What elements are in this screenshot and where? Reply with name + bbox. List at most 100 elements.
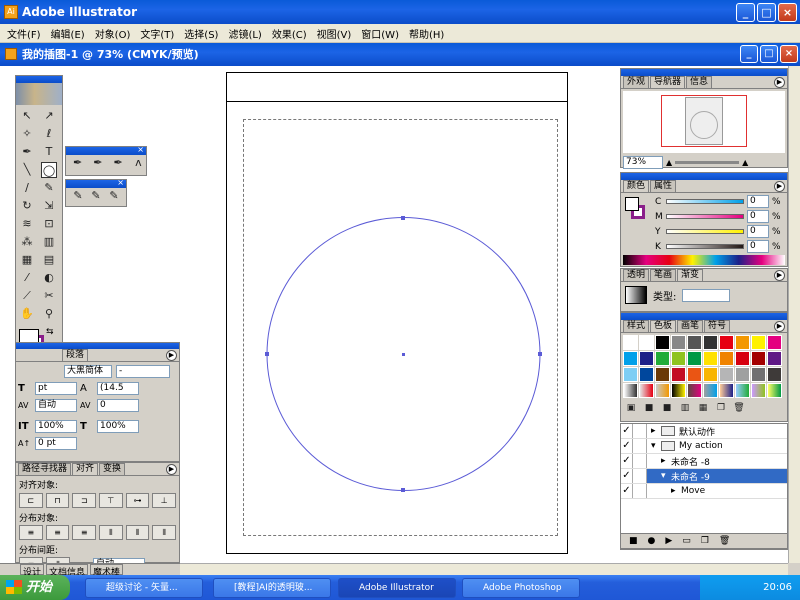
swatch[interactable] [703,335,718,350]
dialog-toggle[interactable] [633,469,647,483]
distribute-left-button[interactable]: ⦀ [99,525,123,540]
tab-styles[interactable]: 样式 [623,320,650,332]
swatch[interactable] [735,335,750,350]
toolbox-titlebar[interactable] [16,76,62,83]
channel-slider[interactable] [666,199,744,204]
rotate-tool-icon[interactable]: ↻ [19,198,35,214]
expand-arrow-icon[interactable]: ▸ [671,486,681,496]
tab-paragraph[interactable]: 段落 [62,349,89,361]
taskbar-button[interactable]: [教程]AI的透明玻... [213,578,331,598]
expand-arrow-icon[interactable]: ▾ [651,441,661,451]
taskbar-button[interactable]: Adobe Photoshop [462,578,580,598]
swatch[interactable] [623,367,638,382]
swatch[interactable] [735,383,750,398]
vertical-scale-field[interactable]: 100% [35,420,77,433]
baseline-shift-field[interactable]: 0 pt [35,437,77,450]
menu-select[interactable]: 选择(S) [179,26,223,41]
distribute-vcenter-button[interactable]: ≡ [45,525,70,540]
expand-arrow-icon[interactable]: ▾ [661,471,671,481]
flyout-close-icon[interactable]: × [117,178,124,187]
font-size-field[interactable]: pt [35,382,77,395]
free-transform-tool-icon[interactable]: ⊡ [41,216,57,232]
scale-tool-icon[interactable]: ⇲ [41,198,57,214]
tab-color[interactable]: 颜色 [623,180,650,192]
tab-stroke[interactable]: 笔画 [650,269,677,281]
toggle-check[interactable]: ✓ [621,469,633,483]
action-item[interactable]: ✓ ▸ 默认动作 [621,424,787,439]
swatch[interactable] [655,383,670,398]
show-gradient-swatches-icon[interactable]: ▥ [679,402,691,414]
tab-appearance[interactable]: 外观 [623,76,650,88]
panel-menu-icon[interactable]: ▶ [774,270,785,281]
maximize-button[interactable]: □ [757,3,776,22]
swatch[interactable] [623,335,638,350]
menu-window[interactable]: 窗口(W) [356,26,404,41]
align-top-button[interactable]: ⊤ [99,493,123,508]
delete-swatch-icon[interactable]: 🗑 [733,402,745,414]
erase-icon[interactable]: ✎ [106,188,122,204]
action-item[interactable]: ✓ ▸ Move [621,484,787,499]
align-hcenter-button[interactable]: ⊓ [45,493,70,508]
menu-file[interactable]: 文件(F) [2,26,46,41]
swatch[interactable] [687,367,702,382]
panel-menu-icon[interactable]: ▶ [774,77,785,88]
swap-colors-icon[interactable]: ⇆ [46,327,54,337]
eyedropper-tool-icon[interactable]: ⁄ [19,270,35,286]
distribute-hcenter-button[interactable]: ⦀ [125,525,150,540]
toggle-check[interactable]: ✓ [621,424,633,438]
swatch[interactable] [687,335,702,350]
swatch[interactable] [719,335,734,350]
swatch[interactable] [735,351,750,366]
convert-anchor-icon[interactable]: ʌ [131,155,146,171]
tab-transform[interactable]: 变换 [99,463,126,475]
show-all-swatches-icon[interactable]: ■ [643,402,655,414]
pencil-tool-icon[interactable]: ✎ [41,180,57,196]
tab-symbols[interactable]: 符号 [704,320,731,332]
taskbar-button[interactable]: 超级讨论 - 矢量... [85,578,203,598]
swatch[interactable] [639,335,654,350]
toggle-check[interactable]: ✓ [621,484,633,498]
swatch[interactable] [719,383,734,398]
align-vcenter-button[interactable]: ⊶ [125,493,150,508]
swatch[interactable] [655,351,670,366]
swatch[interactable] [655,367,670,382]
horizontal-scrollbar[interactable] [180,563,788,575]
dialog-toggle[interactable] [633,439,647,453]
gradient-type-select[interactable] [682,288,731,302]
tab-brushes[interactable]: 画笔 [677,320,704,332]
distribute-bottom-button[interactable]: ≡ [72,525,97,540]
panel-menu-icon[interactable]: ▶ [166,350,177,361]
navigator-preview[interactable] [623,91,785,153]
color-spectrum-bar[interactable] [623,255,785,265]
pen-icon[interactable]: ✒ [70,155,85,171]
swatch[interactable] [767,367,782,382]
pencil-icon[interactable]: ✎ [70,188,86,204]
add-anchor-icon[interactable]: ✒ [90,155,105,171]
swatch[interactable] [623,351,638,366]
action-item[interactable]: ✓ ▸ 未命名 -8 [621,454,787,469]
new-set-icon[interactable]: ▭ [682,536,691,546]
doc-maximize-button[interactable]: □ [760,45,778,63]
tab-pathfinder[interactable]: 路径寻找器 [18,463,72,475]
font-style-select[interactable]: - [116,365,170,378]
menu-effect[interactable]: 效果(C) [267,26,312,41]
align-right-button[interactable]: ⊐ [72,493,97,508]
new-action-icon[interactable]: ❐ [701,536,709,546]
expand-arrow-icon[interactable]: ▸ [651,426,661,436]
action-item[interactable]: ✓ ▾ My action [621,439,787,454]
dialog-toggle[interactable] [633,484,647,498]
warp-tool-icon[interactable]: ≋ [19,216,35,232]
type-tool-icon[interactable]: T [41,144,57,160]
minimize-button[interactable]: _ [736,3,755,22]
paintbrush-tool-icon[interactable]: ∕ [19,180,35,196]
swatch[interactable] [751,383,766,398]
delete-anchor-icon[interactable]: ✒ [111,155,126,171]
swatch[interactable] [687,383,702,398]
tab-attributes[interactable]: 属性 [650,180,677,192]
panel-menu-icon[interactable]: ▶ [166,464,177,475]
stop-icon[interactable]: ■ [629,536,638,546]
menu-edit[interactable]: 编辑(E) [46,26,90,41]
swatch[interactable] [751,367,766,382]
distribute-top-button[interactable]: ≡ [19,525,43,540]
swatch[interactable] [639,383,654,398]
